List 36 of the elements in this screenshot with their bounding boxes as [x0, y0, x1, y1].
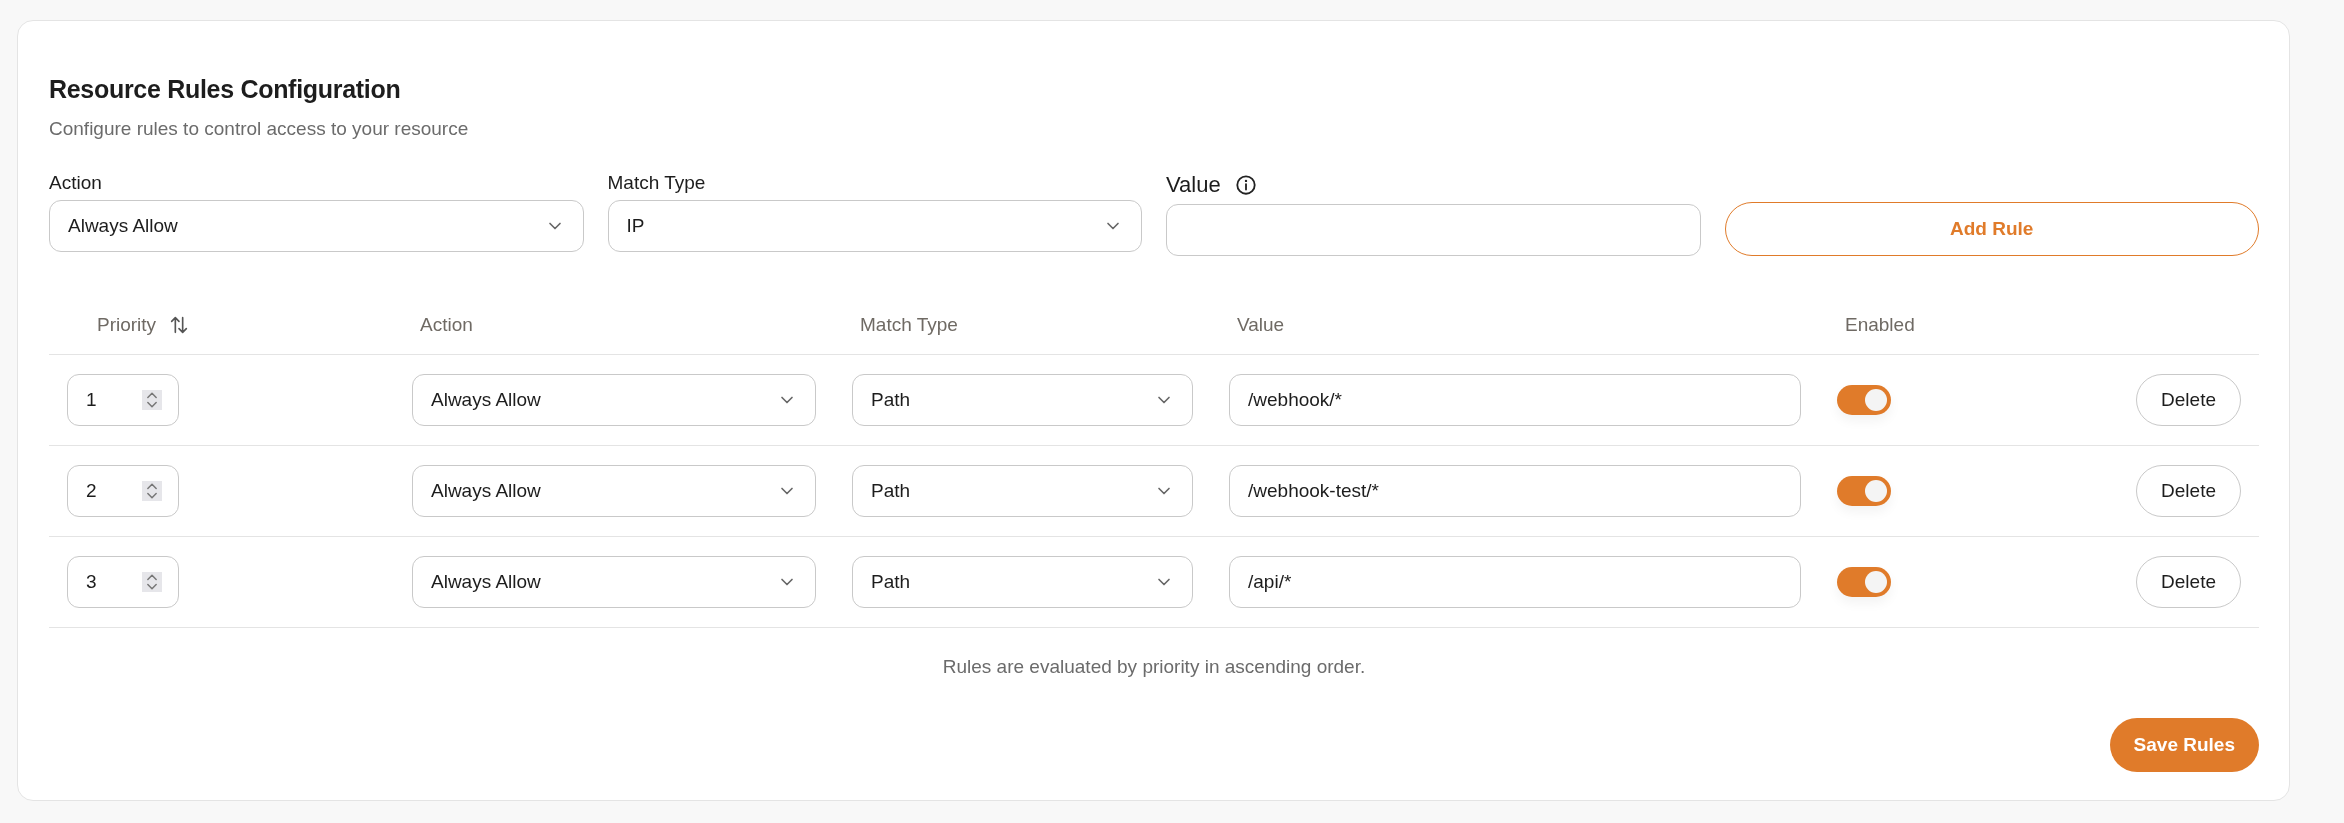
value-input[interactable]: /api/*	[1229, 556, 1801, 608]
value-input[interactable]: /webhook/*	[1229, 374, 1801, 426]
column-header: Action	[420, 314, 473, 336]
value-input[interactable]	[1166, 204, 1701, 256]
action-select[interactable]: Always Allow	[49, 200, 584, 252]
delete-button[interactable]: Delete	[2136, 465, 2241, 517]
delete-button[interactable]: Delete	[2136, 556, 2241, 608]
match-type-select[interactable]: Path	[852, 556, 1193, 608]
card-title: Resource Rules Configuration	[49, 75, 402, 104]
card-subtitle: Configure rules to control access to your resource	[49, 118, 470, 140]
delete-button[interactable]: Delete	[2136, 374, 2241, 426]
footnote-text: Rules are evaluated by priority in ascending order.	[941, 656, 1367, 678]
field-label: Action	[49, 172, 103, 194]
stepper-icon	[142, 481, 162, 501]
stepper-icon	[142, 572, 162, 592]
match-type-select[interactable]: Path	[852, 465, 1193, 517]
match-type-select[interactable]: IP	[607, 200, 1142, 252]
value-input[interactable]: /webhook-test/*	[1229, 465, 1801, 517]
action-select[interactable]: Always Allow	[412, 465, 816, 517]
stepper-icon	[142, 390, 162, 410]
action-select[interactable]: Always Allow	[412, 556, 816, 608]
priority-input[interactable]: 3	[67, 556, 179, 608]
match-type-select[interactable]: Path	[852, 374, 1193, 426]
priority-input[interactable]: 1	[67, 374, 179, 426]
enabled-toggle[interactable]	[1837, 385, 1891, 415]
field-label: Match Type	[607, 172, 707, 194]
info-icon	[1234, 174, 1257, 196]
column-header: Enabled	[1845, 314, 1915, 336]
priority-input[interactable]: 2	[67, 465, 179, 517]
action-select[interactable]: Always Allow	[412, 374, 816, 426]
column-header: Priority	[97, 314, 157, 336]
column-header: Value	[1237, 314, 1285, 336]
enabled-toggle[interactable]	[1837, 476, 1891, 506]
field-label: Value	[1166, 172, 1221, 198]
column-header: Match Type	[860, 314, 958, 336]
enabled-toggle[interactable]	[1837, 567, 1891, 597]
